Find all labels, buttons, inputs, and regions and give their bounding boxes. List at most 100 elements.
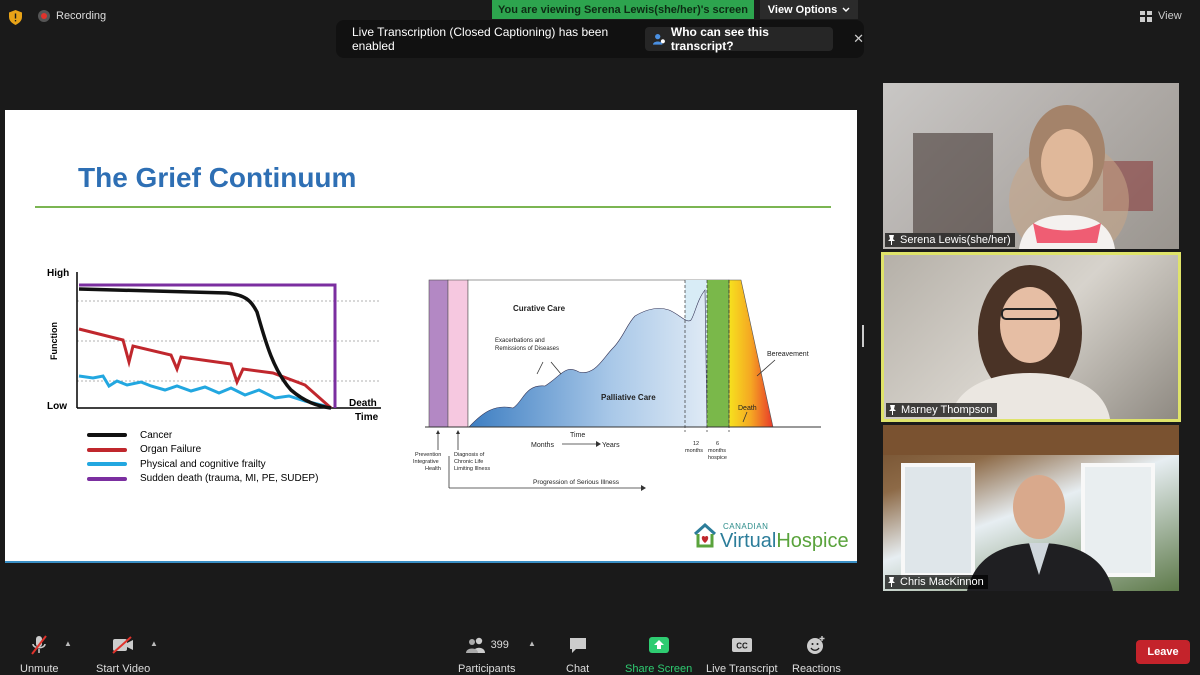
participants-icon-group: 399 (465, 633, 509, 657)
participant-name: Chris MacKinnon (900, 576, 984, 588)
grid-view-icon (1140, 10, 1152, 22)
prevention-label-1: Prevention (415, 452, 441, 458)
chart-legend: Cancer Organ Failure Physical and cognit… (87, 428, 318, 486)
time-label: Time (570, 432, 585, 439)
unmute-button[interactable]: Unmute (20, 633, 59, 675)
live-transcript-label: Live Transcript (706, 663, 778, 675)
close-icon[interactable]: ✕ (853, 31, 864, 47)
death-label: Death (738, 405, 757, 412)
curative-care-label: Curative Care (513, 304, 566, 313)
legend-item: Organ Failure (87, 443, 318, 458)
record-icon (38, 10, 50, 22)
prevention-label-3: Health (425, 466, 441, 472)
twelve-months-label-2: months (685, 448, 703, 454)
logo-text-hospice: Hospice (776, 530, 849, 552)
participant-name: Marney Thompson (901, 404, 993, 416)
exacerbations-label-2: Remissions of Diseases (495, 346, 559, 352)
pin-icon (888, 235, 895, 245)
participants-button[interactable]: 399 Participants (458, 633, 515, 675)
pin-icon (888, 577, 895, 587)
chevron-down-icon (842, 7, 850, 12)
participant-video[interactable]: Serena Lewis(she/her) (883, 83, 1179, 249)
who-can-see-transcript-button[interactable]: Who can see this transcript? (644, 25, 834, 53)
canadian-virtual-hospice-logo: CANADIAN VirtualHospice (693, 522, 849, 553)
participants-label: Participants (458, 663, 516, 675)
legend-swatch (87, 476, 127, 481)
live-transcript-button[interactable]: CC Live Transcript (706, 633, 778, 675)
legend-item: Sudden death (trauma, MI, PE, SUDEP) (87, 472, 318, 487)
chevron-up-icon[interactable]: ▲ (528, 639, 536, 648)
chevron-up-icon[interactable]: ▲ (64, 639, 72, 648)
sudden-death-series (79, 283, 337, 408)
transcription-notification: Live Transcription (Closed Captioning) h… (336, 20, 864, 58)
view-button[interactable]: View (1140, 10, 1182, 22)
y-high-label: High (47, 268, 69, 279)
years-label: Years (602, 442, 620, 449)
y-axis-label: Function (49, 322, 59, 360)
viewing-screen-banner: You are viewing Serena Lewis(she/her)'s … (492, 0, 754, 19)
share-screen-button[interactable]: Share Screen (625, 633, 692, 675)
view-options-label: View Options (767, 3, 838, 16)
illness-progression-diagram: Curative Care Exacerbations and Remissio… (413, 279, 821, 491)
legend-label: Cancer (140, 429, 173, 441)
slide-bottom-strip (5, 561, 857, 563)
exacerbations-label-1: Exacerbations and (495, 338, 545, 344)
participant-video-active-speaker[interactable]: Marney Thompson (881, 252, 1181, 422)
bereavement-label: Bereavement (767, 351, 809, 358)
leave-button[interactable]: Leave (1136, 640, 1190, 664)
split-resize-handle[interactable] (862, 325, 864, 347)
six-months-label-3: hospice (708, 455, 727, 461)
cancer-series (78, 287, 332, 410)
diagnosis-label-3: Limiting Illness (454, 466, 490, 472)
palliative-care-label: Palliative Care (601, 393, 656, 402)
participant-video[interactable]: Chris MacKinnon (883, 425, 1179, 591)
legend-swatch (87, 447, 127, 452)
start-video-button[interactable]: Start Video (96, 633, 150, 675)
participant-name-tag: Chris MacKinnon (885, 575, 988, 589)
six-months-label-1: 6 (716, 441, 719, 447)
trajectory-chart: High Low Function Death Time (47, 268, 381, 423)
chat-label: Chat (566, 663, 590, 675)
six-months-label-2: months (708, 448, 726, 454)
progression-label: Progression of Serious Illness (533, 479, 620, 486)
reactions-icon (805, 633, 827, 657)
logo-text: VirtualHospice (720, 530, 849, 553)
reactions-label: Reactions (792, 663, 841, 675)
y-low-label: Low (47, 401, 67, 412)
chat-button[interactable]: Chat (566, 633, 589, 675)
share-screen-label: Share Screen (625, 663, 693, 675)
twelve-months-label-1: 12 (693, 441, 699, 447)
recording-label: Recording (56, 10, 107, 22)
video-off-icon (111, 633, 135, 657)
transcription-message: Live Transcription (Closed Captioning) h… (352, 25, 609, 53)
x-death-label: Death (349, 398, 377, 409)
participant-name: Serena Lewis(she/her) (900, 234, 1011, 246)
cc-glyph: CC (736, 642, 748, 651)
months-label: Months (531, 442, 554, 449)
chat-icon (568, 633, 588, 657)
muted-microphone-icon (29, 633, 49, 657)
house-heart-icon (693, 522, 717, 548)
shield-icon[interactable] (9, 10, 22, 25)
people-icon (652, 34, 665, 45)
participants-icon (465, 637, 485, 653)
recording-indicator[interactable]: Recording (38, 10, 106, 22)
unmute-label: Unmute (20, 663, 59, 675)
reactions-button[interactable]: Reactions (792, 633, 841, 675)
who-can-see-label: Who can see this transcript? (670, 25, 769, 53)
meeting-toolbar: Unmute ▲ Start Video ▲ 399 Participants … (0, 625, 1200, 675)
legend-item: Cancer (87, 428, 318, 443)
participant-silhouette (883, 425, 1179, 591)
prevention-label-2: Integrative (413, 459, 439, 465)
participant-name-tag: Marney Thompson (886, 403, 997, 417)
closed-caption-icon: CC (731, 633, 753, 657)
diagnosis-label-2: Chronic Life (454, 459, 483, 465)
logo-text-virtual: Virtual (720, 530, 777, 552)
participant-silhouette (913, 105, 1153, 249)
slide-graphics: High Low Function Death Time Curative Ca… (47, 268, 821, 491)
chevron-up-icon[interactable]: ▲ (150, 639, 158, 648)
participant-count: 399 (490, 639, 509, 651)
x-time-label: Time (355, 412, 379, 423)
view-options-button[interactable]: View Options (760, 0, 858, 19)
participant-name-tag: Serena Lewis(she/her) (885, 233, 1015, 247)
